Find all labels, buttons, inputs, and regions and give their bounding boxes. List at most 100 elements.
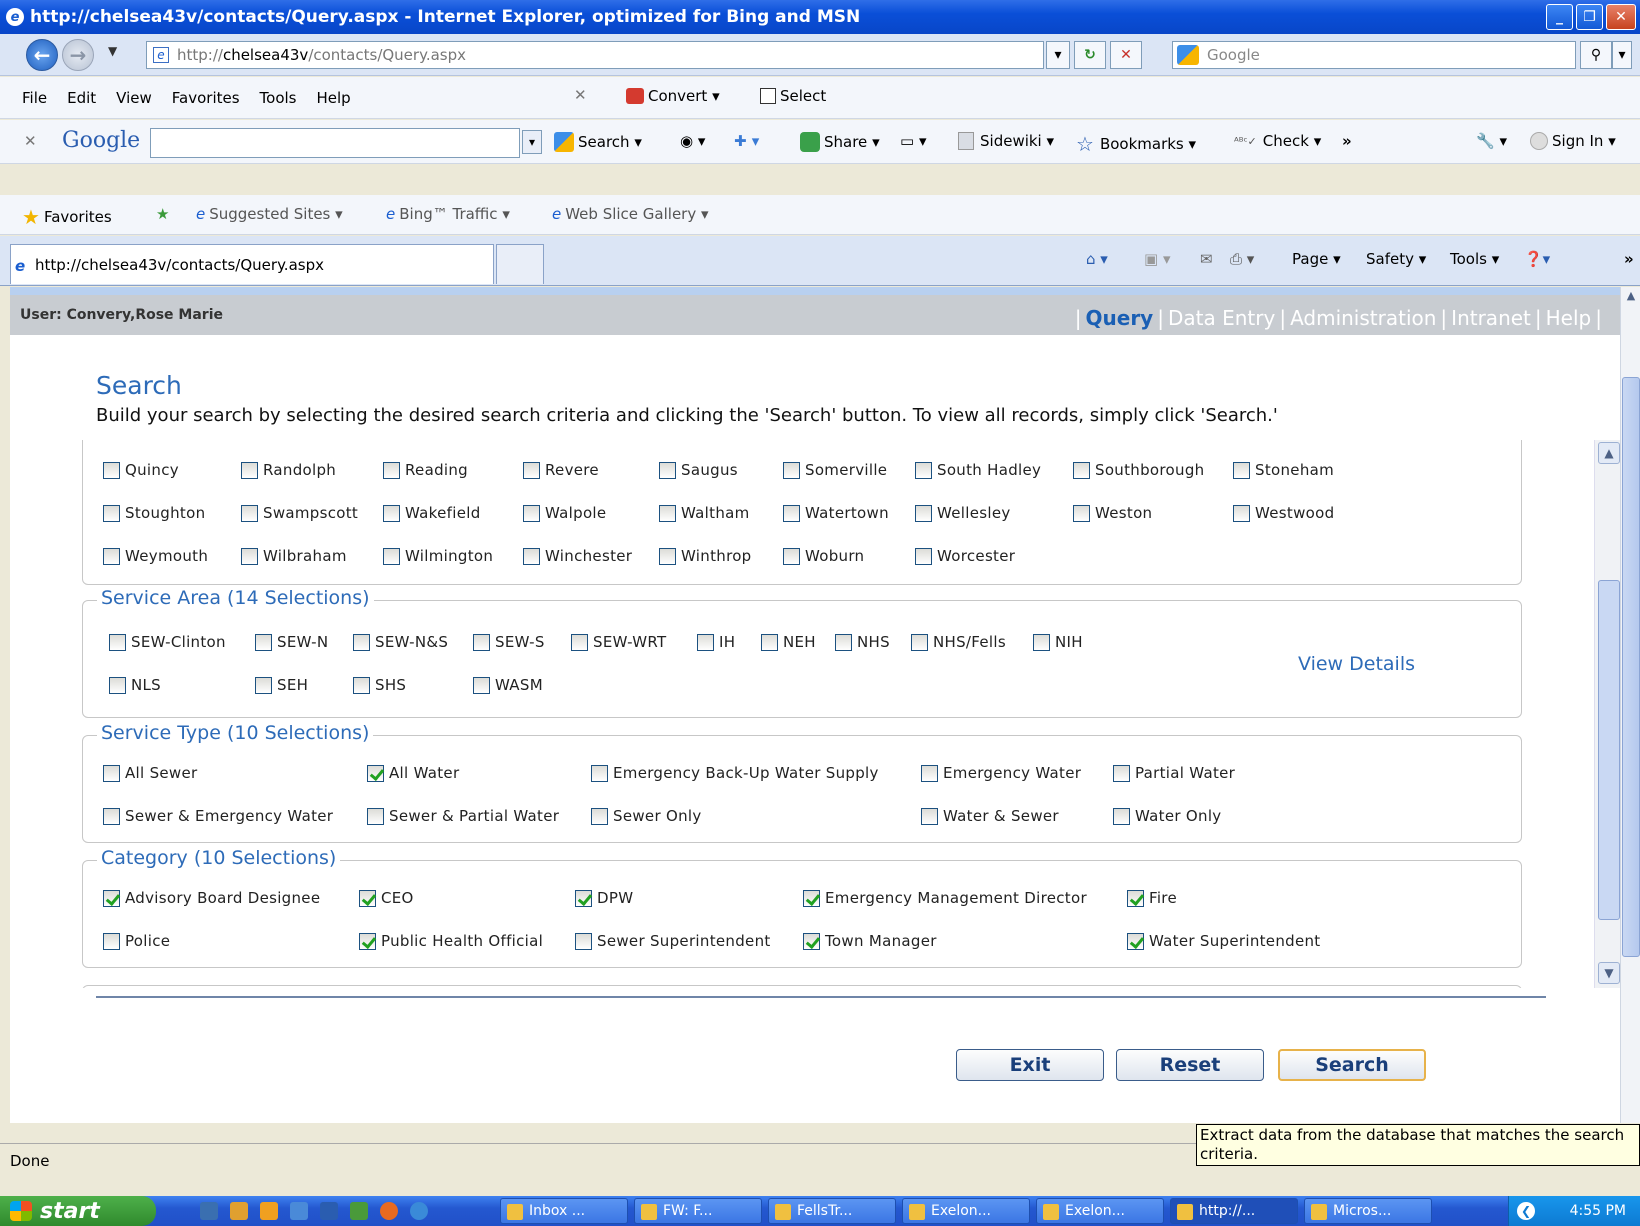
back-button[interactable]: ← bbox=[26, 39, 58, 71]
nav-data-entry[interactable]: Data Entry bbox=[1168, 306, 1275, 330]
history-dropdown-icon[interactable]: ▼ bbox=[108, 44, 117, 58]
checkbox[interactable] bbox=[761, 633, 778, 651]
convert-button[interactable]: Convert ▾ bbox=[626, 87, 720, 105]
web-slice-link[interactable]: e Web Slice Gallery ▾ bbox=[552, 205, 709, 223]
checkbox[interactable] bbox=[803, 932, 820, 950]
taskbar-item[interactable]: Exelon... bbox=[1036, 1198, 1164, 1224]
checkbox[interactable] bbox=[103, 932, 120, 950]
checkbox[interactable] bbox=[921, 764, 938, 782]
checkbox[interactable] bbox=[367, 807, 384, 825]
service-type-checkbox-sewer-emergency-water[interactable]: Sewer & Emergency Water bbox=[103, 807, 333, 825]
checkbox[interactable] bbox=[697, 633, 714, 651]
word-quicklaunch-icon[interactable] bbox=[320, 1202, 338, 1220]
town-checkbox-weymouth[interactable]: Weymouth bbox=[103, 547, 208, 565]
google-dropdown-icon[interactable]: ▾ bbox=[522, 130, 542, 154]
menu-help[interactable]: Help bbox=[317, 89, 351, 107]
tools-menu[interactable]: Tools ▾ bbox=[1450, 250, 1499, 268]
checkbox[interactable] bbox=[241, 461, 258, 479]
category-checkbox-dpw[interactable]: DPW bbox=[575, 889, 633, 907]
checkbox[interactable] bbox=[241, 504, 258, 522]
checkbox[interactable] bbox=[103, 547, 120, 565]
menu-favorites[interactable]: Favorites bbox=[172, 89, 240, 107]
checkbox[interactable] bbox=[103, 764, 120, 782]
category-checkbox-emergency-management-director[interactable]: Emergency Management Director bbox=[803, 889, 1087, 907]
nav-intranet[interactable]: Intranet bbox=[1451, 306, 1531, 330]
tab-active[interactable]: e http://chelsea43v/contacts/Query.aspx bbox=[10, 244, 494, 284]
service-type-checkbox-all-sewer[interactable]: All Sewer bbox=[103, 764, 197, 782]
nav-query[interactable]: Query bbox=[1086, 306, 1154, 330]
service-type-checkbox-partial-water[interactable]: Partial Water bbox=[1113, 764, 1235, 782]
town-checkbox-westwood[interactable]: Westwood bbox=[1233, 504, 1334, 522]
town-checkbox-woburn[interactable]: Woburn bbox=[783, 547, 864, 565]
google-search-button[interactable]: Search ▾ bbox=[554, 132, 642, 152]
checkbox[interactable] bbox=[591, 807, 608, 825]
menu-file[interactable]: File bbox=[22, 89, 47, 107]
taskbar-item[interactable]: Inbox ... bbox=[500, 1198, 628, 1224]
checkbox[interactable] bbox=[783, 461, 800, 479]
town-checkbox-weston[interactable]: Weston bbox=[1073, 504, 1152, 522]
select-button[interactable]: Select bbox=[760, 87, 826, 105]
town-checkbox-winthrop[interactable]: Winthrop bbox=[659, 547, 752, 565]
show-desktop-icon[interactable] bbox=[200, 1202, 218, 1220]
checkbox[interactable] bbox=[109, 633, 126, 651]
address-dropdown-icon[interactable]: ▾ bbox=[1046, 41, 1070, 69]
page-scrollbar[interactable]: ▲ bbox=[1620, 287, 1640, 1123]
close-button[interactable]: ✕ bbox=[1606, 4, 1636, 30]
bing-traffic-link[interactable]: e Bing™ Traffic ▾ bbox=[386, 205, 510, 223]
menu-edit[interactable]: Edit bbox=[67, 89, 96, 107]
more-button[interactable]: » bbox=[1342, 132, 1352, 150]
taskbar-item[interactable]: Micros... bbox=[1304, 1198, 1432, 1224]
checkbox[interactable] bbox=[575, 889, 592, 907]
checkbox[interactable] bbox=[915, 504, 932, 522]
checkbox[interactable] bbox=[367, 764, 384, 782]
checkbox[interactable] bbox=[103, 889, 120, 907]
checkbox[interactable] bbox=[353, 633, 370, 651]
page-scroll-thumb[interactable] bbox=[1622, 377, 1640, 957]
service-type-checkbox-sewer-only[interactable]: Sewer Only bbox=[591, 807, 702, 825]
checkbox[interactable] bbox=[1073, 461, 1090, 479]
checkbox[interactable] bbox=[255, 633, 272, 651]
quicklaunch-app-icon[interactable] bbox=[230, 1202, 248, 1220]
checkbox[interactable] bbox=[571, 633, 588, 651]
help-icon[interactable]: ❓▾ bbox=[1524, 250, 1550, 268]
scroll-up-icon[interactable]: ▲ bbox=[1598, 442, 1620, 464]
checkbox[interactable] bbox=[1113, 807, 1130, 825]
tab-overflow-icon[interactable]: » bbox=[1624, 250, 1634, 268]
category-checkbox-fire[interactable]: Fire bbox=[1127, 889, 1177, 907]
town-checkbox-watertown[interactable]: Watertown bbox=[783, 504, 889, 522]
taskbar-item[interactable]: FellsTr... bbox=[768, 1198, 896, 1224]
town-checkbox-swampscott[interactable]: Swampscott bbox=[241, 504, 358, 522]
checkbox[interactable] bbox=[383, 504, 400, 522]
checkbox[interactable] bbox=[523, 547, 540, 565]
checkbox[interactable] bbox=[103, 461, 120, 479]
start-button[interactable]: start bbox=[0, 1196, 156, 1226]
checkbox[interactable] bbox=[241, 547, 258, 565]
taskbar-item[interactable]: FW: F... bbox=[634, 1198, 762, 1224]
town-checkbox-wakefield[interactable]: Wakefield bbox=[383, 504, 481, 522]
mail-icon[interactable]: ✉ bbox=[1200, 250, 1213, 268]
service-area-checkbox-seh[interactable]: SEH bbox=[255, 676, 308, 694]
checkbox[interactable] bbox=[103, 504, 120, 522]
criteria-scrollbar[interactable]: ▲ ▼ bbox=[1594, 440, 1620, 988]
service-area-checkbox-nhs-fells[interactable]: NHS/Fells bbox=[911, 633, 1006, 651]
category-checkbox-sewer-superintendent[interactable]: Sewer Superintendent bbox=[575, 932, 771, 950]
checkbox[interactable] bbox=[359, 932, 376, 950]
checkbox[interactable] bbox=[103, 807, 120, 825]
service-type-checkbox-sewer-partial-water[interactable]: Sewer & Partial Water bbox=[367, 807, 559, 825]
address-input[interactable]: e http://chelsea43v/contacts/Query.aspx bbox=[146, 41, 1044, 69]
suggested-sites-link[interactable]: e Suggested Sites ▾ bbox=[196, 205, 343, 223]
spellcheck-button[interactable]: ᴬᴮᶜ✓ Check ▾ bbox=[1234, 132, 1321, 150]
page-menu[interactable]: Page ▾ bbox=[1292, 250, 1341, 268]
town-checkbox-wilbraham[interactable]: Wilbraham bbox=[241, 547, 347, 565]
browser-quicklaunch-icon[interactable] bbox=[290, 1202, 308, 1220]
news-icon[interactable]: ◉ ▾ bbox=[680, 132, 705, 150]
service-type-checkbox-emergency-back-up-water-supply[interactable]: Emergency Back-Up Water Supply bbox=[591, 764, 879, 782]
search-options-icon[interactable]: ▾ bbox=[1612, 41, 1632, 69]
checkbox[interactable] bbox=[523, 461, 540, 479]
checkbox[interactable] bbox=[383, 461, 400, 479]
town-checkbox-randolph[interactable]: Randolph bbox=[241, 461, 336, 479]
checkbox[interactable] bbox=[659, 547, 676, 565]
criteria-scroll-area[interactable]: Quincy Randolph Reading Revere Saugus Somervi… bbox=[82, 440, 1620, 988]
menu-view[interactable]: View bbox=[116, 89, 152, 107]
service-area-checkbox-sew-s[interactable]: SEW-S bbox=[473, 633, 545, 651]
